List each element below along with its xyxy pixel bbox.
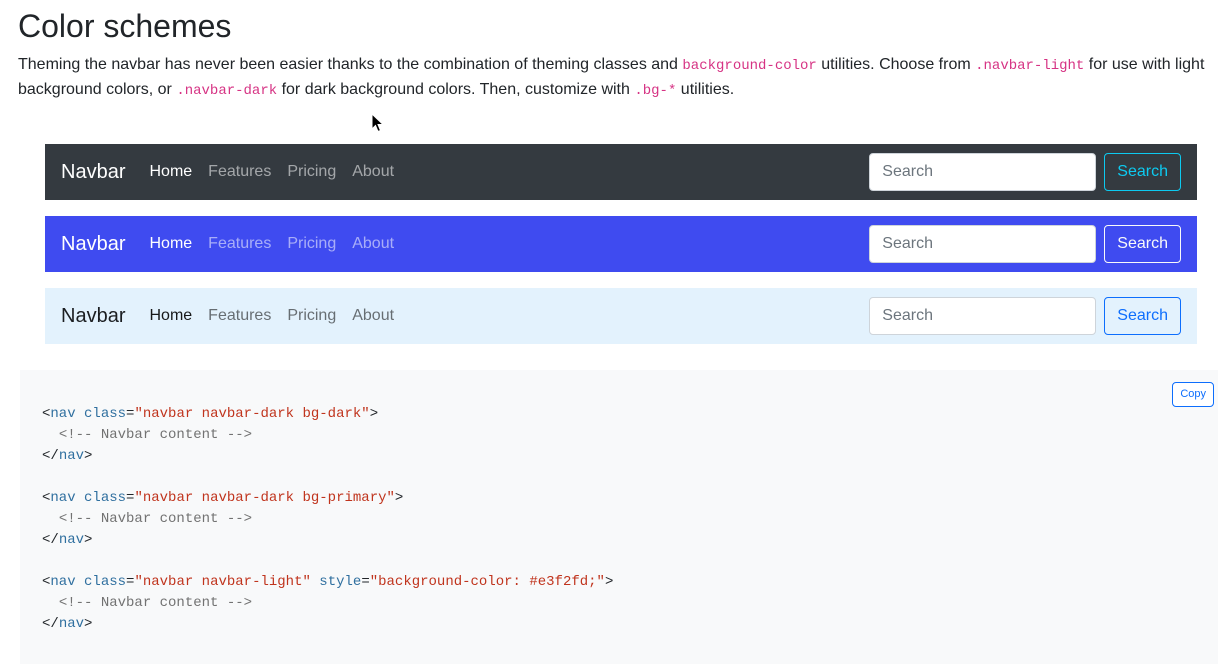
code-comment: <!-- Navbar content --> [58, 511, 253, 527]
code-string: "navbar navbar-dark bg-primary" [134, 490, 395, 506]
search-input[interactable] [869, 225, 1097, 263]
code-tag: nav [50, 490, 76, 506]
intro-code-navbar-light: .navbar-light [975, 58, 1085, 74]
code-listing: <nav class="navbar navbar-dark bg-dark">… [42, 406, 614, 632]
code-string: "navbar navbar-dark bg-dark" [134, 406, 370, 422]
code-snippet: Copy <nav class="navbar navbar-dark bg-d… [20, 370, 1218, 664]
nav-link-pricing[interactable]: Pricing [279, 304, 344, 328]
nav-link-home[interactable]: Home [141, 160, 200, 184]
code-string: "navbar navbar-light" [134, 574, 311, 590]
code-attr: class [84, 574, 127, 590]
intro-code-background-color: background-color [682, 58, 817, 74]
code-tag: nav [58, 532, 85, 548]
nav-link-pricing[interactable]: Pricing [279, 160, 344, 184]
code-attr: class [84, 490, 127, 506]
page: Color schemes Theming the navbar has nev… [0, 0, 1218, 664]
nav-links: Home Features Pricing About [141, 304, 402, 328]
search-input[interactable] [869, 153, 1097, 191]
intro-text-2: utilities. Choose from [816, 56, 976, 73]
copy-button[interactable]: Copy [1172, 382, 1214, 407]
search-form: Search [869, 225, 1181, 263]
search-button[interactable]: Search [1104, 225, 1181, 263]
intro-text-5: utilities. [676, 81, 735, 98]
intro-code-navbar-dark: .navbar-dark [176, 83, 278, 99]
nav-link-pricing[interactable]: Pricing [279, 232, 344, 256]
intro-text-4: for dark background colors. Then, custom… [277, 81, 635, 98]
code-tag: nav [58, 448, 85, 464]
nav-link-about[interactable]: About [344, 304, 402, 328]
navbar-examples: Navbar Home Features Pricing About Searc… [20, 118, 1218, 364]
nav-link-features[interactable]: Features [200, 232, 279, 256]
code-attr: class [84, 406, 127, 422]
nav-links: Home Features Pricing About [141, 232, 402, 256]
code-tag: nav [58, 616, 85, 632]
nav-link-features[interactable]: Features [200, 304, 279, 328]
navbar-brand[interactable]: Navbar [61, 301, 125, 331]
search-form: Search [869, 153, 1181, 191]
navbar-light-example: Navbar Home Features Pricing About Searc… [45, 288, 1197, 344]
mouse-cursor-icon [371, 113, 385, 133]
code-tag: nav [50, 574, 76, 590]
navbar-brand[interactable]: Navbar [61, 229, 125, 259]
nav-link-home[interactable]: Home [141, 304, 200, 328]
intro-code-bg: .bg-* [634, 83, 677, 99]
nav-link-about[interactable]: About [344, 160, 402, 184]
code-attr: style [319, 574, 362, 590]
navbar-dark-example: Navbar Home Features Pricing About Searc… [45, 144, 1197, 200]
navbar-brand[interactable]: Navbar [61, 157, 125, 187]
nav-link-home[interactable]: Home [141, 232, 200, 256]
navbar-primary-example: Navbar Home Features Pricing About Searc… [45, 216, 1197, 272]
nav-links: Home Features Pricing About [141, 160, 402, 184]
code-tag: nav [50, 406, 76, 422]
search-button[interactable]: Search [1104, 297, 1181, 335]
nav-link-about[interactable]: About [344, 232, 402, 256]
search-form: Search [869, 297, 1181, 335]
search-input[interactable] [869, 297, 1097, 335]
intro-paragraph: Theming the navbar has never been easier… [18, 53, 1208, 103]
page-title: Color schemes [18, 8, 232, 44]
nav-link-features[interactable]: Features [200, 160, 279, 184]
code-string: "background-color: #e3f2fd;" [369, 574, 605, 590]
search-button[interactable]: Search [1104, 153, 1181, 191]
code-comment: <!-- Navbar content --> [58, 427, 253, 443]
code-comment: <!-- Navbar content --> [58, 595, 253, 611]
intro-text-1: Theming the navbar has never been easier… [18, 56, 683, 73]
